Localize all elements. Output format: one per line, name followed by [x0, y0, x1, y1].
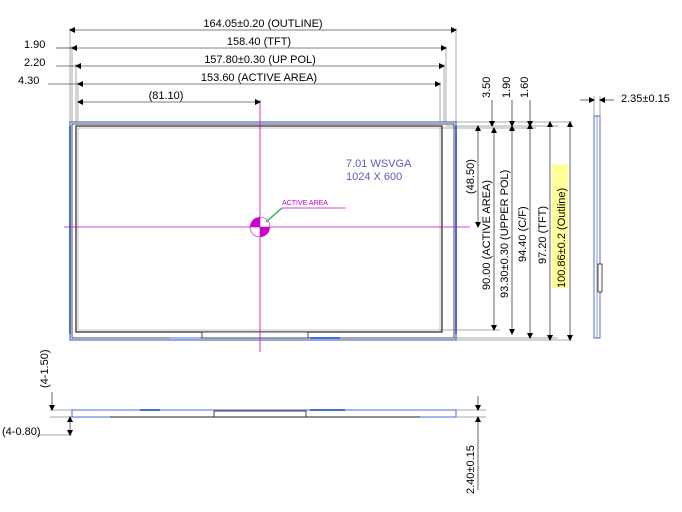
- dim-up-pol-width: 157.80±0.30 (UP POL): [204, 54, 316, 66]
- dim-offset-1-90: 1.90: [24, 39, 45, 51]
- dim-active-area-width: 153.60 (ACTIVE AREA): [201, 72, 317, 84]
- dim-center-y: (48.50): [465, 159, 477, 194]
- side-fpc: [597, 263, 603, 293]
- dim-offset-2-20: 2.20: [24, 57, 45, 69]
- dim-active-area-height: 90.00 (ACTIVE AREA): [481, 180, 493, 290]
- right-dimensions: 3.50 1.90 1.60 (48.50) 90.00 (ACTIVE ARE…: [440, 77, 573, 341]
- dim-side-4-0-80: (4-0.80): [2, 426, 41, 438]
- dim-side-thickness: 2.35±0.15: [621, 93, 670, 105]
- bottom-fpc: [213, 410, 307, 418]
- dim-tft-width: 158.40 (TFT): [227, 36, 291, 48]
- dim-tft-height: 97.20 (TFT): [537, 206, 549, 264]
- center-mark-q2: [259, 216, 271, 228]
- dim-top-1-60: 1.60: [519, 77, 531, 98]
- dim-outline-height: 100.86±0.2 (Outline): [556, 188, 568, 288]
- dim-cf-height: 94.40 (C/F): [517, 206, 529, 262]
- panel-resolution: 1024 X 600: [346, 171, 402, 183]
- dim-top-1-90: 1.90: [501, 77, 513, 98]
- center-mark-q3: [260, 227, 270, 237]
- center-mark-q1: [250, 217, 260, 227]
- dim-offset-4-30: 4.30: [18, 75, 39, 87]
- top-dimensions: 164.05±0.20 (OUTLINE) 158.40 (TFT) 157.8…: [18, 18, 457, 122]
- dim-upper-pol-height: 93.30±0.30 (UPPER POL): [499, 170, 511, 298]
- active-area-leader-arrow: [265, 207, 283, 223]
- side-view: 2.35±0.15: [580, 93, 670, 339]
- dim-center-x: (81.10): [149, 90, 184, 102]
- lcd-mechanical-drawing: ACTIVE AREA 7.01 WSVGA 1024 X 600 164.05…: [2, 18, 670, 494]
- active-area-label: ACTIVE AREA: [282, 200, 328, 207]
- panel-model: 7.01 WSVGA: [346, 158, 412, 170]
- dim-side-4-1-50: (4-1.50): [39, 349, 51, 388]
- fpc-connector: [201, 331, 309, 339]
- dim-outline-width: 164.05±0.20 (OUTLINE): [203, 18, 322, 30]
- dim-bottom-thickness: 2.40±0.15: [465, 445, 477, 494]
- front-view: ACTIVE AREA 7.01 WSVGA 1024 X 600: [64, 100, 470, 352]
- dim-top-3-50: 3.50: [481, 77, 493, 98]
- bottom-view: (4-1.50) (4-0.80) 2.40±0.15: [2, 349, 486, 494]
- center-mark-q4: [249, 226, 261, 238]
